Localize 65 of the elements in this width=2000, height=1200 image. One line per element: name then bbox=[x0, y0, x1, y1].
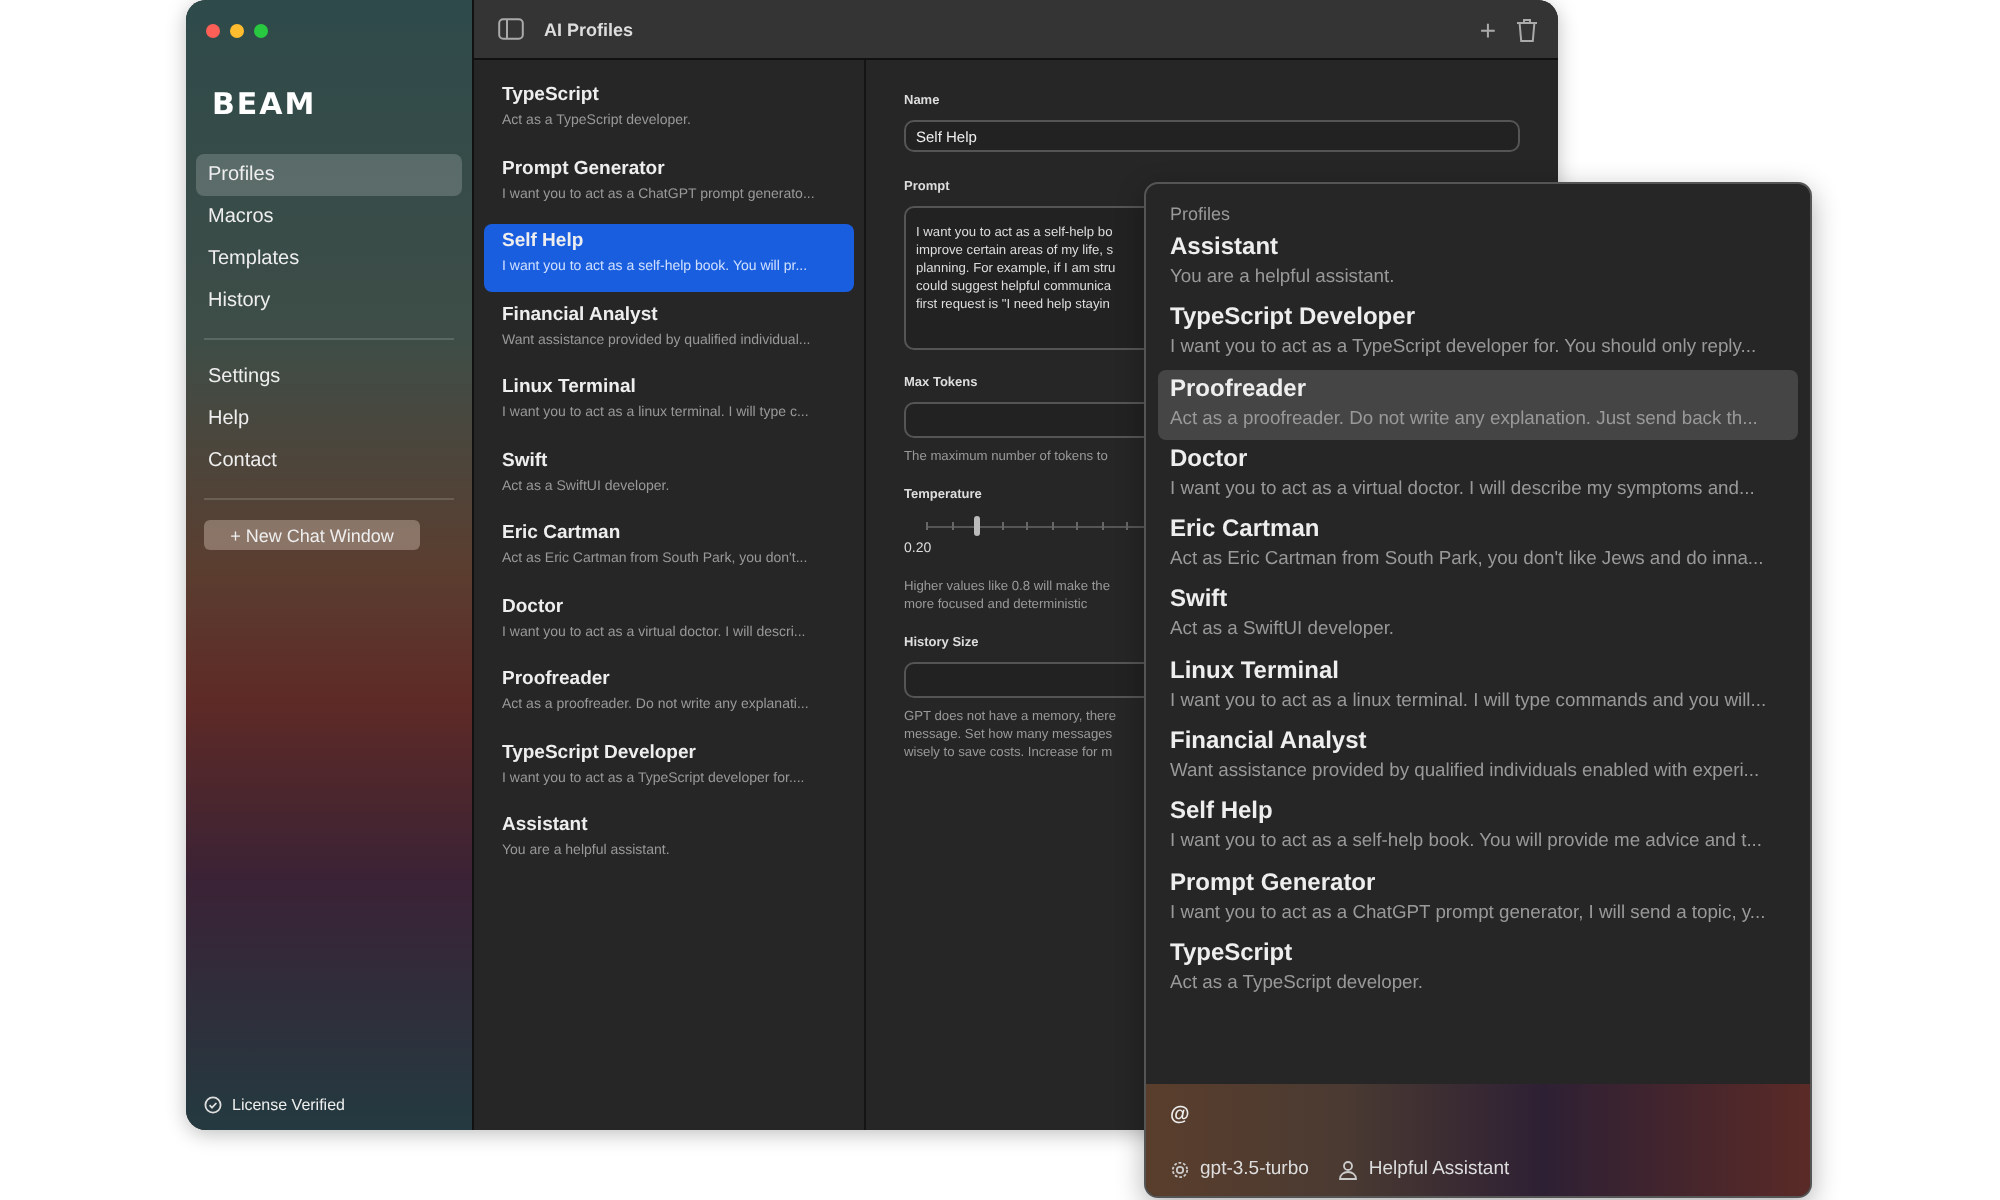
profile-description: I want you to act as a TypeScript developer for. You should only reply... bbox=[1170, 334, 1759, 357]
profile-option[interactable]: Doctor I want you to act as a virtual doctor. I will describe my symptoms and... bbox=[1158, 439, 1798, 511]
add-button[interactable]: + bbox=[1479, 17, 1496, 41]
profile-option[interactable]: Financial Analyst Want assistance provided by qualified individuals enabled with experi... bbox=[1158, 722, 1798, 793]
profile-name: Doctor bbox=[502, 595, 566, 617]
toolbar-title: AI Profiles bbox=[544, 19, 634, 39]
sidebar-item[interactable]: Contact bbox=[196, 440, 462, 482]
profile-description: Want assistance provided by qualified individuals enabled with experi... bbox=[1170, 758, 1762, 781]
profile-name: Proofreader bbox=[1170, 373, 1309, 402]
popup-heading: Profiles bbox=[1168, 202, 1233, 228]
profile-name: TypeScript bbox=[502, 84, 601, 106]
profile-option[interactable]: Proofreader Act as a proofreader. Do not write any explanation. Just send back th... bbox=[1158, 369, 1798, 440]
sidebar-item[interactable]: Macros bbox=[196, 196, 462, 238]
profile-name: Swift bbox=[1170, 584, 1230, 613]
profile-name: Prompt Generator bbox=[1170, 867, 1378, 896]
profile-name: Self Help bbox=[502, 230, 586, 252]
profile-description: I want you to act as a ChatGPT prompt generator, I will send a topic, y... bbox=[1170, 899, 1768, 922]
profile-name: Doctor bbox=[1170, 443, 1250, 472]
sidebar-item[interactable]: Profiles bbox=[196, 154, 462, 196]
profile-name: Financial Analyst bbox=[502, 303, 660, 325]
message-input[interactable]: @ bbox=[1170, 1104, 1786, 1126]
profile-option[interactable]: TypeScript Act as a TypeScript developer. bbox=[1158, 933, 1798, 1005]
profile-name: Eric Cartman bbox=[1170, 514, 1322, 543]
profile-name: Financial Analyst bbox=[1170, 726, 1369, 755]
profile-description: Act as a TypeScript developer. bbox=[1170, 969, 1425, 992]
profile-name: TypeScript bbox=[1170, 937, 1295, 966]
sidebar-item[interactable]: Templates bbox=[196, 238, 462, 280]
profile-name: Eric Cartman bbox=[502, 522, 623, 544]
profile-name: Linux Terminal bbox=[502, 376, 638, 398]
profile-option[interactable]: Self Help I want you to act as a self-help book. You will provide me advice and t... bbox=[1158, 792, 1798, 864]
profile-option[interactable]: Eric Cartman Act as Eric Cartman from South Park, you don't like Jews and do inna... bbox=[1158, 510, 1798, 581]
profile-option[interactable]: Swift Act as a SwiftUI developer. bbox=[1158, 580, 1798, 652]
profile-name: Linux Terminal bbox=[1170, 655, 1341, 684]
profile-name: Swift bbox=[502, 449, 550, 471]
profile-description: I want you to act as a linux terminal. I will type commands and you will... bbox=[1170, 687, 1769, 710]
profile-name: TypeScript Developer bbox=[502, 741, 698, 763]
profile-description: I want you to act as a virtual doctor. I will describe my symptoms and... bbox=[1170, 475, 1757, 498]
profile-name: Assistant bbox=[502, 814, 590, 836]
profile-name: TypeScript Developer bbox=[1170, 302, 1417, 331]
profile-description: Act as a SwiftUI developer. bbox=[1170, 616, 1397, 639]
profile-name: Self Help bbox=[1170, 796, 1275, 825]
person-icon bbox=[1338, 1159, 1359, 1179]
new-chat-button[interactable]: + New Chat Window bbox=[204, 520, 420, 550]
profile-selector[interactable]: Helpful Assistant bbox=[1368, 1158, 1510, 1180]
model-selector[interactable]: gpt-3.5-turbo bbox=[1200, 1158, 1309, 1180]
profile-name: Prompt Generator bbox=[502, 157, 667, 179]
profile-option[interactable]: TypeScript Developer I want you to act as a TypeScript developer for. You should only reply... bbox=[1158, 298, 1798, 370]
profile-option[interactable]: Linux Terminal I want you to act as a linux terminal. I will type commands and you will... bbox=[1158, 651, 1798, 723]
gear-icon bbox=[1170, 1159, 1190, 1179]
profile-option[interactable]: Prompt Generator I want you to act as a ChatGPT prompt generator, I will send a topic, y... bbox=[1158, 863, 1798, 934]
profile-name: Assistant bbox=[1170, 232, 1281, 260]
app-logo: BEAM bbox=[212, 86, 319, 122]
profile-option[interactable]: Assistant You are a helpful assistant. bbox=[1158, 228, 1798, 299]
profile-name: Proofreader bbox=[502, 668, 612, 690]
profile-description: Act as Eric Cartman from South Park, you don't like Jews and do inna... bbox=[1170, 546, 1766, 569]
profile-description: Act as a proofreader. Do not write any explanation. Just send back th... bbox=[1170, 405, 1760, 428]
check-circle-icon bbox=[204, 1096, 222, 1114]
sidebar-item[interactable]: Help bbox=[196, 398, 462, 440]
profile-description: I want you to act as a self-help book. You will provide me advice and t... bbox=[1170, 828, 1765, 851]
sidebar-item[interactable]: Settings bbox=[196, 356, 462, 398]
sidebar-toggle-icon bbox=[498, 18, 524, 40]
profile-description: You are a helpful assistant. bbox=[1170, 264, 1397, 286]
sidebar-item[interactable]: History bbox=[196, 280, 462, 322]
trash-icon[interactable] bbox=[1516, 17, 1538, 41]
license-status: License Verified bbox=[232, 1096, 345, 1114]
